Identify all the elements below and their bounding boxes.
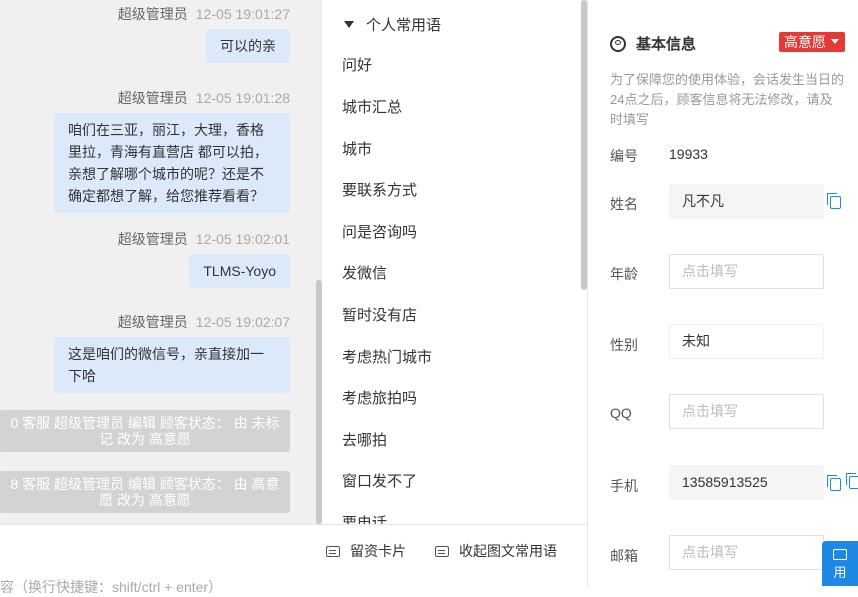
gender-label: 性别 — [610, 337, 638, 353]
chat-panel[interactable]: 超级管理员 12-05 19:01:27 可以的亲 超级管理员 12-05 19:0… — [0, 0, 322, 524]
age-field[interactable]: 点击填写 — [669, 254, 824, 289]
sender-name: 超级管理员 — [117, 314, 188, 330]
message-meta: 超级管理员 12-05 19:02:01 — [118, 229, 290, 249]
message-bubble: 咱们在三亚，丽江，大理，香格里拉，青海有直营店 都可以拍，亲想了解哪个城市的呢？… — [54, 113, 290, 213]
copy-icon[interactable] — [846, 473, 858, 489]
gender-field[interactable]: 未知 — [669, 324, 824, 359]
lead-card-label: 留资卡片 — [350, 543, 406, 559]
edit-notice: 为了保障您的使用体验，会话发生当日的24点之后，顾客信息将无法修改，请及时填写 — [610, 72, 845, 127]
message-time: 12-05 19:01:28 — [195, 90, 290, 106]
sender-name: 超级管理员 — [117, 6, 188, 22]
phrase-item[interactable]: 窗口发不了 — [342, 470, 417, 491]
phrase-item[interactable]: 城市 — [342, 138, 372, 159]
message-bubble: 可以的亲 — [206, 29, 290, 63]
caret-down-icon — [831, 39, 839, 44]
phrase-group-title: 个人常用语 — [366, 17, 442, 34]
phrase-group-header[interactable]: 个人常用语 — [344, 14, 441, 35]
email-field[interactable]: 点击填写 — [669, 535, 824, 570]
qq-field[interactable]: 点击填写 — [669, 394, 824, 429]
message-bubble: TLMS-Yoyo — [189, 254, 290, 288]
info-header: 基本信息 — [610, 33, 696, 54]
caret-down-icon — [344, 21, 354, 28]
message-icon — [326, 545, 340, 557]
user-icon — [610, 35, 626, 52]
message-input[interactable]: 容（换行快捷键：shift/ctrl + enter） — [0, 577, 222, 597]
name-field[interactable]: 凡不凡 — [669, 184, 824, 219]
phrase-item[interactable]: 考虑旅拍吗 — [342, 387, 417, 408]
sender-name: 超级管理员 — [117, 90, 188, 106]
message-time: 12-05 19:01:27 — [195, 6, 290, 22]
message-time: 12-05 19:02:01 — [195, 231, 290, 247]
phrase-item[interactable]: 要联系方式 — [342, 179, 417, 200]
input-toolbar: 留资卡片 收起图文常用语 容（换行快捷键：shift/ctrl + enter） — [0, 524, 588, 595]
system-message: 0 客服 超级管理员 编辑 顾客状态： 由 未标记 改为 高意愿 — [0, 410, 290, 452]
phrase-item[interactable]: 问好 — [342, 54, 372, 75]
id-label: 编号 — [610, 148, 638, 164]
email-label: 邮箱 — [610, 548, 638, 564]
collapse-phrases-label: 收起图文常用语 — [459, 543, 557, 559]
info-title: 基本信息 — [636, 36, 697, 53]
phrase-item[interactable]: 考虑热门城市 — [342, 346, 432, 367]
intent-value: 高意愿 — [784, 34, 826, 50]
float-button-label: 用 — [833, 565, 847, 580]
system-message: 8 客服 超级管理员 编辑 顾客状态： 由 高意愿 改为 高意愿 — [0, 471, 290, 513]
phrase-item[interactable]: 暂时没有店 — [342, 304, 417, 325]
message-meta: 超级管理员 12-05 19:01:28 — [118, 88, 290, 108]
copy-icon[interactable] — [827, 475, 841, 491]
qq-label: QQ — [610, 405, 632, 421]
chat-icon — [833, 549, 847, 560]
message-meta: 超级管理员 12-05 19:02:07 — [118, 312, 290, 332]
phrase-item[interactable]: 去哪拍 — [342, 429, 387, 450]
float-chat-button[interactable]: 用 — [822, 541, 858, 586]
phone-field[interactable]: 13585913525 — [669, 465, 824, 500]
phrase-item[interactable]: 要电话 — [342, 512, 387, 524]
phrases-panel: 个人常用语 问好 城市汇总 城市 要联系方式 问是咨询吗 发微信 暂时没有店 考… — [324, 0, 587, 524]
phrase-item[interactable]: 城市汇总 — [342, 96, 402, 117]
message-bubble: 这是咱们的微信号，亲直接加一下哈 — [54, 337, 290, 393]
phone-label: 手机 — [610, 478, 638, 494]
phrase-item[interactable]: 发微信 — [342, 262, 387, 283]
copy-icon[interactable] — [827, 193, 841, 209]
chat-scrollbar[interactable] — [316, 280, 322, 524]
name-label: 姓名 — [610, 196, 638, 212]
phrase-item[interactable]: 问是咨询吗 — [342, 221, 417, 242]
message-icon — [435, 545, 449, 557]
message-meta: 超级管理员 12-05 19:01:27 — [118, 4, 290, 24]
age-label: 年龄 — [610, 266, 638, 282]
message-time: 12-05 19:02:07 — [195, 314, 290, 330]
id-value: 19933 — [669, 146, 708, 162]
collapse-phrases-button[interactable]: 收起图文常用语 — [435, 541, 557, 561]
customer-info-panel: 基本信息 高意愿 为了保障您的使用体验，会话发生当日的24点之后，顾客信息将无法… — [588, 0, 858, 586]
lead-card-button[interactable]: 留资卡片 — [326, 541, 406, 561]
sender-name: 超级管理员 — [117, 231, 188, 247]
intent-select[interactable]: 高意愿 — [779, 32, 845, 52]
